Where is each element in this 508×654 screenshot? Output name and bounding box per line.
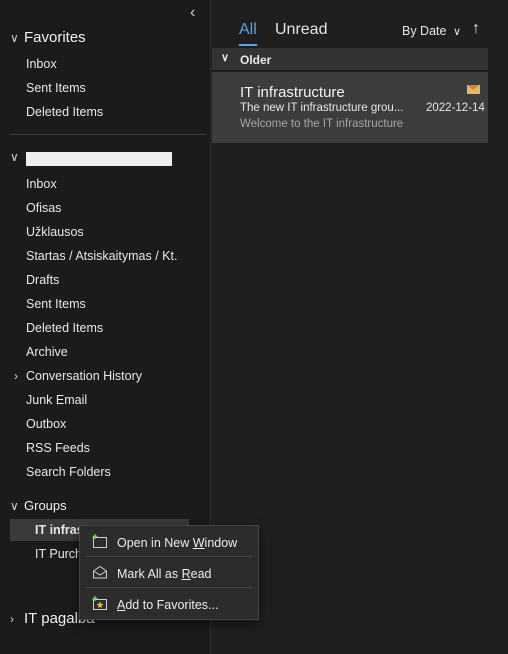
new-window-icon (92, 534, 107, 548)
context-menu: Open in New Window Mark All as Read Add … (79, 525, 259, 620)
menu-item-add-to-favorites[interactable]: Add to Favorites... (80, 590, 258, 618)
mail-preview: Welcome to the IT infrastructure (240, 118, 404, 130)
folder-rss-feeds[interactable]: RSS Feeds (26, 441, 90, 455)
mail-item[interactable]: IT infrastructure The new IT infrastruct… (212, 72, 488, 143)
menu-text-rest: dd to Favorites... (125, 598, 219, 612)
folder-archive[interactable]: Archive (26, 345, 68, 359)
menu-item-open-in-new-window[interactable]: Open in New Window (80, 528, 258, 556)
folder-uzklausos[interactable]: Užklausos (26, 225, 84, 239)
favorites-header[interactable]: ∨ Favorites (10, 29, 86, 46)
chevron-down-icon: ∨ (10, 150, 19, 164)
favorites-item-sent-items[interactable]: Sent Items (26, 81, 86, 95)
chevron-down-icon: ∨ (452, 26, 462, 38)
folder-label: Conversation History (26, 369, 143, 383)
account-header[interactable]: ∨ (10, 150, 24, 164)
favorites-title: Favorites (24, 29, 86, 46)
chevron-down-icon: ∨ (221, 52, 230, 64)
group-item-it-infrastructure[interactable]: IT infras (35, 523, 84, 537)
groups-header[interactable]: ∨ Groups (10, 498, 67, 513)
favorites-item-deleted-items[interactable]: Deleted Items (26, 105, 103, 119)
folder-inbox[interactable]: Inbox (26, 177, 57, 191)
folder-ofisas[interactable]: Ofisas (26, 201, 61, 215)
section-header-older[interactable]: ∨ Older (212, 48, 488, 70)
sidebar-divider (10, 134, 206, 135)
tab-unread[interactable]: Unread (275, 21, 327, 39)
menu-separator (86, 587, 252, 588)
section-label: Older (240, 53, 272, 67)
menu-text: Mark All as (117, 567, 182, 581)
mail-sender: IT infrastructure (240, 84, 345, 101)
chevron-down-icon: ∨ (10, 30, 19, 45)
folder-conversation-history[interactable]: › Conversation History (14, 369, 143, 383)
tab-all[interactable]: All (239, 21, 257, 39)
chevron-left-icon[interactable]: ‹ (190, 4, 195, 22)
mail-subject: The new IT infrastructure grou... (240, 102, 404, 114)
folder-startas[interactable]: Startas / Atsiskaitymas / Kt. (26, 249, 177, 263)
menu-text-rest: indow (204, 536, 238, 550)
account-email (26, 152, 172, 166)
folder-deleted-items[interactable]: Deleted Items (26, 321, 103, 335)
folder-search-folders[interactable]: Search Folders (26, 465, 111, 479)
sort-dropdown[interactable]: By Date ∨ (402, 24, 461, 38)
folder-drafts[interactable]: Drafts (26, 273, 59, 287)
menu-separator (86, 556, 252, 557)
redaction-mask (26, 152, 172, 166)
menu-text: Open in New (117, 536, 193, 550)
folder-sent-items[interactable]: Sent Items (26, 297, 86, 311)
add-favorite-icon (92, 596, 107, 610)
chevron-right-icon: › (10, 611, 14, 626)
folder-junk-email[interactable]: Junk Email (26, 393, 87, 407)
menu-mnemonic: W (192, 536, 205, 550)
group-item-it-purchases[interactable]: IT Purch (35, 547, 82, 561)
chevron-down-icon: ∨ (10, 498, 19, 513)
sort-label: By Date (402, 24, 447, 38)
menu-text-rest: ead (190, 567, 212, 581)
favorites-item-inbox[interactable]: Inbox (26, 57, 57, 71)
sort-direction-icon[interactable]: ↑ (472, 20, 480, 38)
envelope-icon (467, 85, 480, 94)
open-envelope-icon (93, 565, 107, 579)
tab-all-indicator (239, 44, 257, 46)
chevron-right-icon[interactable]: › (14, 369, 18, 383)
menu-item-mark-all-as-read[interactable]: Mark All as Read (80, 559, 258, 587)
menu-label: Add to Favorites... (117, 598, 218, 612)
menu-mnemonic: R (181, 567, 191, 581)
folder-outbox[interactable]: Outbox (26, 417, 66, 431)
menu-label: Mark All as Read (117, 567, 212, 581)
mail-date: 2022-12-14 (426, 102, 485, 114)
menu-label: Open in New Window (117, 536, 237, 550)
groups-title: Groups (24, 498, 67, 513)
